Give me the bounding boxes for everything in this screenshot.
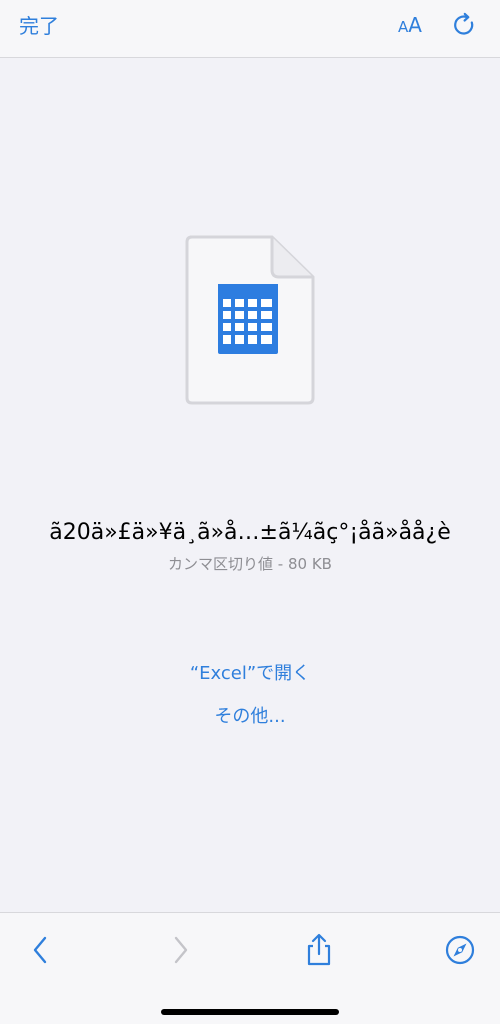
reload-icon[interactable]: [451, 12, 477, 38]
top-navigation-bar: 完了 AA: [0, 0, 500, 58]
document-preview-area: ã20ä»£ä»¥ä¸ã»å…±ã¼ãç°¡åã»åå¿è カンマ区切り値 - …: [0, 58, 500, 912]
chevron-left-icon[interactable]: [25, 933, 57, 967]
home-indicator: [161, 1009, 339, 1015]
compass-icon[interactable]: [444, 933, 476, 967]
spreadsheet-file-icon: [185, 235, 315, 405]
open-in-excel-button[interactable]: “Excel”で開く: [0, 661, 500, 687]
share-icon[interactable]: [303, 933, 335, 967]
more-options-button[interactable]: その他...: [0, 704, 500, 730]
text-size-button[interactable]: AA: [398, 11, 422, 41]
bottom-toolbar: [0, 912, 500, 1024]
file-name: ã20ä»£ä»¥ä¸ã»å…±ã¼ãç°¡åã»åå¿è: [49, 520, 451, 545]
text-size-large-letter: A: [408, 13, 422, 37]
done-button[interactable]: 完了: [19, 12, 59, 40]
file-type-size: カンマ区切り値 - 80 KB: [168, 555, 332, 573]
chevron-right-icon[interactable]: [164, 933, 196, 967]
text-size-small-letter: A: [398, 18, 409, 36]
